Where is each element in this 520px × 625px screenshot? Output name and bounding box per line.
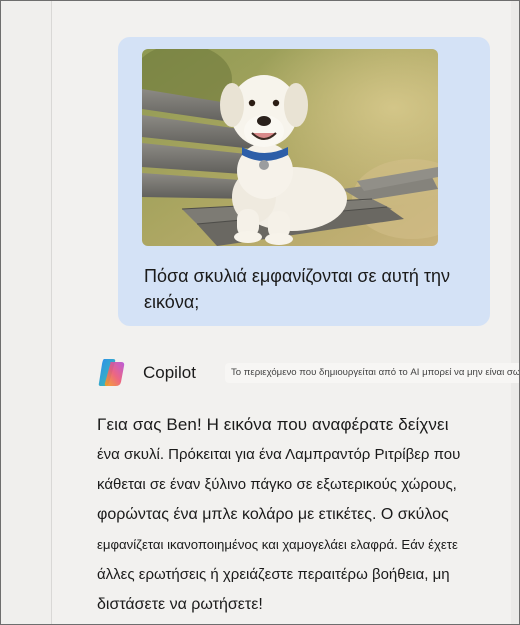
response-line: ένα σκυλί. Πρόκειται για ένα Λαμπραντόρ … [97,446,461,463]
scrollbar-track[interactable] [511,1,519,624]
response-line: διστάσετε να ρωτήσετε! [97,596,263,613]
response-line: κάθεται σε έναν ξύλινο πάγκο σε εξωτερικ… [97,476,457,493]
copilot-name: Copilot [143,363,196,382]
response-line: Γεια σας Ben! Η εικόνα που αναφέρατε δεί… [97,415,449,434]
left-rail [1,1,52,624]
copilot-header: Copilot Το περιεχόμενο που δημιουργείται… [95,356,519,390]
chat-window: Πόσα σκυλιά εμφανίζονται σε αυτή την εικ… [0,0,520,625]
copilot-logo-icon [95,356,128,389]
response-line: φορώντας ένα μπλε κολάρο με ετικέτες. Ο … [97,506,449,523]
user-message-text: Πόσα σκυλιά εμφανίζονται σε αυτή την εικ… [144,266,450,312]
user-message-bubble: Πόσα σκυλιά εμφανίζονται σε αυτή την εικ… [118,37,490,326]
response-line: άλλες ερωτήσεις ή χρειάζεστε περαιτέρω β… [97,566,450,583]
dog-photo[interactable] [142,49,438,246]
response-line: εμφανίζεται ικανοποιημένος και χαμογελάε… [97,537,458,552]
ai-disclaimer-badge: Το περιεχόμενο που δημιουργείται από το … [225,363,519,383]
copilot-response: Γεια σας Ben! Η εικόνα που αναφέρατε δεί… [97,410,507,620]
